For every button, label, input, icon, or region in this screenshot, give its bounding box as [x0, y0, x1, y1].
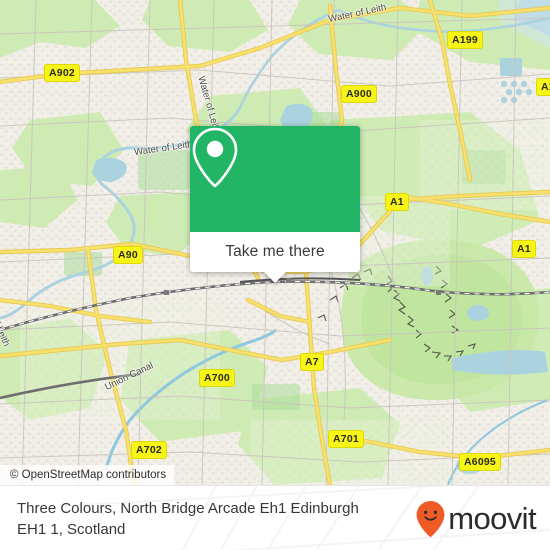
road-shield-a1: A1: [385, 193, 409, 211]
popup-icon-area: [190, 126, 360, 232]
road-shield-a6095: A6095: [459, 453, 501, 471]
footer-bar: Three Colours, North Bridge Arcade Eh1 E…: [0, 485, 550, 550]
take-me-there-button[interactable]: Take me there: [190, 232, 360, 283]
take-me-there-label: Take me there: [225, 243, 325, 260]
road-shield-a900: A900: [341, 85, 377, 103]
moovit-smiley-pin-icon: [416, 500, 445, 537]
road-shield-a199: A199: [447, 31, 483, 49]
map-canvas[interactable]: Water of Leith Water of Leith Water of L…: [0, 0, 550, 485]
road-shield-a902: A902: [44, 64, 80, 82]
road-shield-a701: A701: [328, 430, 364, 448]
road-shield-a90: A90: [113, 246, 143, 264]
address-line-1: Three Colours, North Bridge Arcade Eh1 E…: [17, 499, 359, 517]
moovit-map-share-card: Water of Leith Water of Leith Water of L…: [0, 0, 550, 550]
map-pin-icon: [192, 127, 238, 188]
road-shield-a1: A1: [512, 240, 536, 258]
osm-attribution[interactable]: © OpenStreetMap contributors: [0, 465, 175, 485]
popup-pointer-tail: [264, 272, 286, 283]
road-shield-a7: A7: [300, 353, 324, 371]
address-text: Three Colours, North Bridge Arcade Eh1 E…: [17, 498, 359, 540]
road-shield-a700: A700: [199, 369, 235, 387]
location-popup-card[interactable]: Take me there: [190, 126, 360, 283]
road-shield-a1: A1: [536, 78, 550, 96]
address-line-2: EH1 1, Scotland: [17, 520, 126, 538]
moovit-logo[interactable]: moovit: [415, 500, 537, 538]
moovit-wordmark: moovit: [448, 501, 536, 536]
road-shield-a702: A702: [131, 441, 167, 459]
